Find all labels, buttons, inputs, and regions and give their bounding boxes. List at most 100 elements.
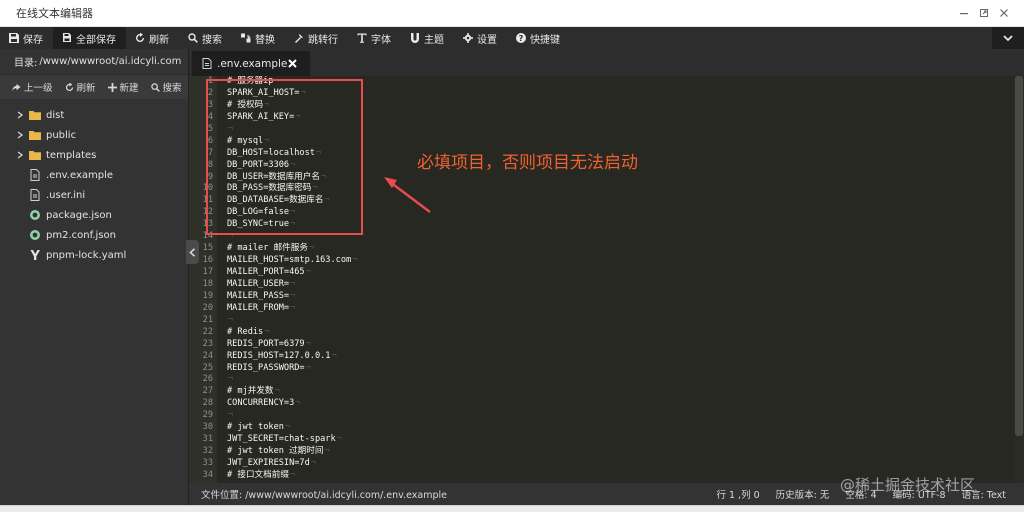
tree-item-label: templates <box>46 149 97 161</box>
line-end-marker: ¬ <box>264 99 270 110</box>
shortcuts-button[interactable]: ? 快捷键 <box>507 27 570 49</box>
refresh-button[interactable]: 刷新 <box>126 27 179 49</box>
line-end-marker: ¬ <box>324 195 330 206</box>
search-button[interactable]: 搜索 <box>179 27 232 49</box>
tree-item-public[interactable]: public <box>0 125 188 145</box>
sidebar-search-button[interactable]: 搜索 <box>150 80 182 94</box>
tree-item-label: dist <box>46 109 65 121</box>
search-label: 搜索 <box>202 34 222 46</box>
status-encoding[interactable]: 编码: UTF-8 <box>893 487 946 501</box>
svg-text:?: ? <box>519 34 524 43</box>
annotation-text: 必填项目，否则项目无法启动 <box>417 153 638 173</box>
tree-item-pm2-conf-json[interactable]: pm2.conf.json <box>0 225 188 245</box>
close-icon[interactable] <box>996 5 1012 21</box>
code-line: 2 SPARK_AI_HOST=¬ <box>189 88 1024 100</box>
code-text: DB_HOST=localhost¬ <box>227 147 322 158</box>
shortcuts-label: 快捷键 <box>530 34 560 46</box>
toolbar-expand-button[interactable] <box>992 27 1024 49</box>
tree-item-user-ini[interactable]: .user.ini <box>0 185 188 205</box>
goto-line-button[interactable]: 跳转行 <box>285 27 348 49</box>
line-number: 26 <box>202 374 213 385</box>
code-line: 25 REDIS_PASSWORD=¬ <box>189 363 1024 375</box>
code-lines: 1 # 服务器ip¬ 2 SPARK_AI_HOST=¬ 3 # 授权码¬ 4 SPARK_A… <box>189 76 1024 482</box>
refresh-icon <box>65 82 73 91</box>
status-cursor[interactable]: 行 1 ,列 0 <box>716 487 759 501</box>
scrollbar-thumb[interactable] <box>1015 76 1023 436</box>
editor-scrollbar[interactable] <box>1014 76 1024 483</box>
code-text: MAILER_FROM=¬ <box>227 302 296 313</box>
status-indent[interactable]: 空格: 4 <box>845 487 876 501</box>
code-line: 12 DB_LOG=false¬ <box>189 207 1024 219</box>
line-end-marker: ¬ <box>305 338 311 349</box>
window-title: 在线文本编辑器 <box>16 7 93 20</box>
file-tree: dist public templates .env.example .user <box>0 99 188 265</box>
up-level-label: 上一级 <box>24 83 53 94</box>
chevron-down-icon <box>1003 35 1013 42</box>
status-file-label: 文件位置: <box>201 490 243 501</box>
tree-item-package-json[interactable]: package.json <box>0 205 188 225</box>
line-end-marker: ¬ <box>290 302 296 313</box>
status-language[interactable]: 语言: Text <box>962 487 1006 501</box>
maximize-icon[interactable] <box>976 5 992 21</box>
file-icon <box>29 189 41 201</box>
tree-item-env-example[interactable]: .env.example <box>0 165 188 185</box>
code-text: CONCURRENCY=3¬ <box>227 398 301 409</box>
status-file-path: /www/wwwroot/ai.idcyli.com/.env.example <box>245 490 447 501</box>
sidebar-refresh-button[interactable]: 刷新 <box>65 80 96 94</box>
tab-env-example[interactable]: .env.example <box>192 51 310 76</box>
code-text: DB_USER=数据库用户名¬ <box>227 171 327 182</box>
folder-icon <box>29 149 41 161</box>
theme-button[interactable]: 主题 <box>401 27 454 49</box>
chevron-right-icon <box>14 111 26 119</box>
save-button[interactable]: 保存 <box>0 27 53 49</box>
status-history[interactable]: 历史版本: 无 <box>776 487 830 501</box>
code-line: 23 REDIS_PORT=6379¬ <box>189 339 1024 351</box>
code-text: MAILER_HOST=smtp.163.com¬ <box>227 255 358 266</box>
folder-icon <box>29 109 41 121</box>
line-number: 31 <box>202 434 213 445</box>
font-button[interactable]: 字体 <box>348 27 401 49</box>
line-number: 1 <box>207 76 213 86</box>
chevron-left-icon <box>189 247 196 257</box>
line-number: 10 <box>202 183 213 194</box>
tree-item-pnpm-lock-yaml[interactable]: pnpm-lock.yaml <box>0 245 188 265</box>
replace-label: 替换 <box>255 34 275 46</box>
sidebar-collapse-button[interactable] <box>186 240 199 264</box>
code-line: 28 CONCURRENCY=3¬ <box>189 398 1024 410</box>
directory-row: 目录: /www/wwwroot/ai.idcyli.com <box>0 49 188 75</box>
code-line: 11 DB_DATABASE=数据库名¬ <box>189 195 1024 207</box>
new-file-button[interactable]: 新建 <box>107 80 139 94</box>
code-text: ¬ <box>227 231 233 243</box>
chevron-right-icon <box>14 131 26 139</box>
tab-close-icon[interactable] <box>286 57 298 69</box>
line-end-marker: ¬ <box>274 76 280 86</box>
line-end-marker: ¬ <box>228 374 234 385</box>
line-number: 33 <box>202 458 213 468</box>
line-number: 22 <box>202 326 213 337</box>
line-number: 13 <box>202 219 213 230</box>
code-line: 32 # jwt token 过期时间¬ <box>189 446 1024 458</box>
minimize-icon[interactable] <box>956 5 972 21</box>
save-all-icon <box>63 33 71 42</box>
code-text: DB_DATABASE=数据库名¬ <box>227 195 330 206</box>
code-line: 21 ¬ <box>189 315 1024 327</box>
code-editor[interactable]: 1 # 服务器ip¬ 2 SPARK_AI_HOST=¬ 3 # 授权码¬ 4 SPARK_A… <box>189 76 1024 483</box>
status-file-location: 文件位置: /www/wwwroot/ai.idcyli.com/.env.ex… <box>189 487 447 501</box>
code-line: 33 JWT_EXPIRESIN=7d¬ <box>189 458 1024 470</box>
editor-app: 在线文本编辑器 保存 全部保存 刷新 搜索 替换 跳转行 字体 主题 设置 ? … <box>0 0 1024 512</box>
save-all-button[interactable]: 全部保存 <box>53 27 126 49</box>
code-text: SPARK_AI_KEY=¬ <box>227 111 301 122</box>
line-end-marker: ¬ <box>228 410 234 421</box>
settings-button[interactable]: 设置 <box>454 27 507 49</box>
line-end-marker: ¬ <box>290 290 296 301</box>
line-end-marker: ¬ <box>300 87 306 98</box>
tree-item-templates[interactable]: templates <box>0 145 188 165</box>
code-text: REDIS_HOST=127.0.0.1¬ <box>227 350 337 361</box>
tree-item-label: .user.ini <box>46 189 86 201</box>
replace-button[interactable]: 替换 <box>232 27 285 49</box>
up-level-button[interactable]: 上一级 <box>12 80 53 94</box>
code-text: # mailer 邮件服务¬ <box>227 243 315 254</box>
tree-item-dist[interactable]: dist <box>0 105 188 125</box>
code-text: MAILER_USER=¬ <box>227 278 296 289</box>
code-text: MAILER_PASS=¬ <box>227 290 296 301</box>
